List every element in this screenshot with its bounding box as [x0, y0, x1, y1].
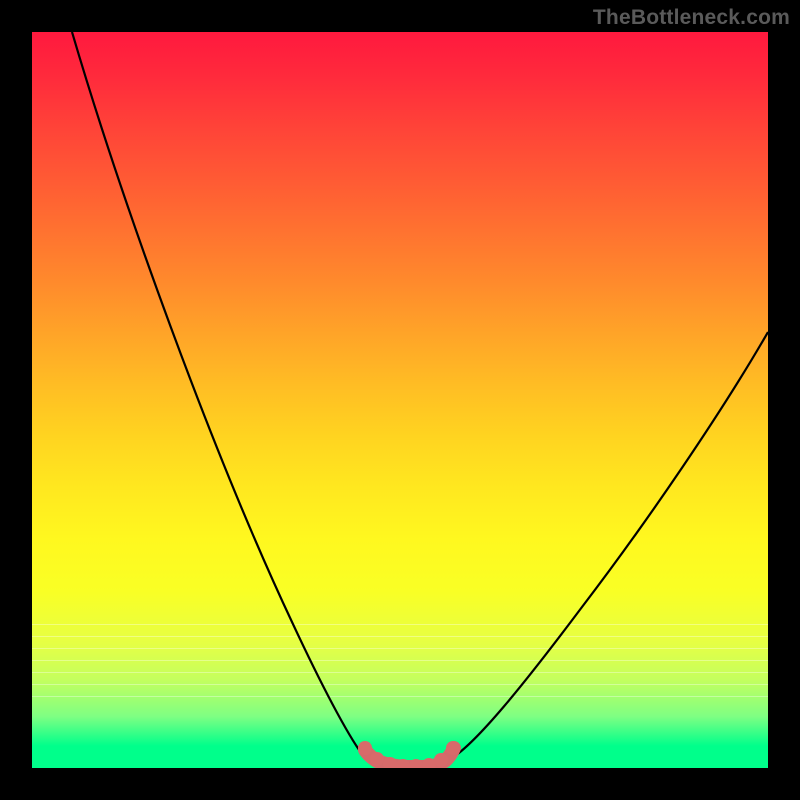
- plot-area: [32, 32, 768, 768]
- marker-group: [358, 741, 460, 768]
- left-branch-path: [72, 32, 365, 758]
- curve-svg: [32, 32, 768, 768]
- right-branch-path: [452, 332, 768, 758]
- watermark-text: TheBottleneck.com: [593, 6, 790, 30]
- chart-frame: TheBottleneck.com: [0, 0, 800, 800]
